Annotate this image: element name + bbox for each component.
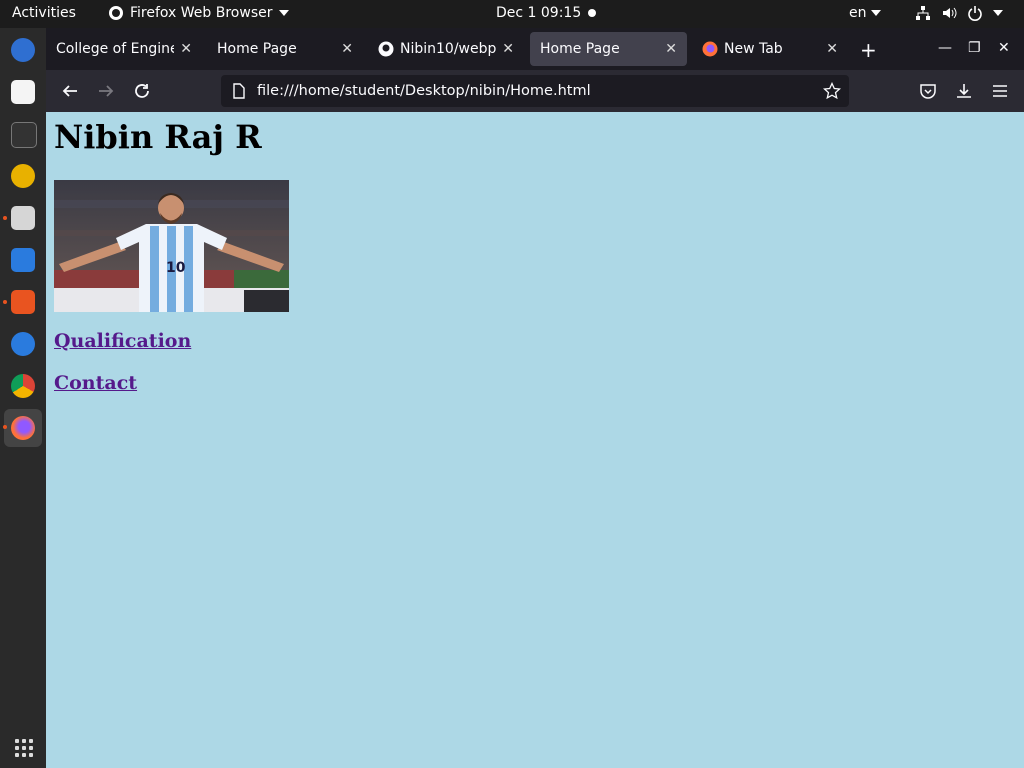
tab-label: Nibin10/webprog [400, 41, 497, 57]
tab-home-page-1[interactable]: Home Page ✕ [207, 32, 363, 66]
app-menu[interactable]: Firefox Web Browser [108, 5, 289, 21]
reload-button[interactable] [133, 82, 151, 100]
profile-photo: 10 [54, 180, 289, 312]
running-indicator [3, 300, 7, 304]
close-icon[interactable]: ✕ [665, 41, 677, 57]
svg-text:10: 10 [166, 260, 186, 276]
writer-icon[interactable] [11, 248, 35, 272]
firefox-icon[interactable] [11, 416, 35, 440]
running-indicator [3, 425, 7, 429]
forward-button[interactable] [97, 82, 115, 100]
close-icon[interactable]: ✕ [502, 41, 514, 57]
navigation-bar: file:///home/student/Desktop/nibin/Home.… [46, 70, 1024, 112]
back-button[interactable] [61, 82, 79, 100]
files-icon[interactable] [11, 206, 35, 230]
tab-label: Home Page [540, 41, 620, 57]
tab-github[interactable]: Nibin10/webprog ✕ [368, 32, 524, 66]
tab-home-page-active[interactable]: Home Page ✕ [530, 32, 687, 66]
restore-button[interactable]: ❐ [968, 40, 981, 56]
firefox-icon [109, 6, 123, 20]
running-indicator [3, 216, 7, 220]
clock[interactable]: Dec 1 09:15 [496, 5, 581, 21]
network-icon [916, 6, 930, 20]
tab-label: College of Enginee [56, 41, 175, 57]
language-label: en [849, 5, 867, 21]
terminal-icon[interactable] [11, 122, 37, 148]
language-indicator[interactable]: en [849, 5, 881, 21]
power-icon [968, 6, 982, 21]
github-icon [378, 41, 394, 57]
page-heading: Nibin Raj R [54, 118, 262, 156]
contact-link[interactable]: Contact [54, 372, 137, 394]
page-content: Nibin Raj R 10 Qualification Contact [46, 112, 1024, 768]
help-icon[interactable] [11, 332, 35, 356]
volume-icon [943, 7, 957, 19]
minimize-button[interactable]: — [938, 40, 952, 56]
chevron-down-icon [870, 10, 881, 16]
qualification-link[interactable]: Qualification [54, 330, 191, 352]
system-top-bar: Activities Firefox Web Browser Dec 1 09:… [0, 0, 1024, 28]
tab-label: Home Page [217, 41, 297, 57]
file-icon [233, 83, 245, 99]
system-menu[interactable] [915, 5, 1003, 21]
hamburger-menu-icon[interactable] [991, 82, 1009, 100]
activities-button[interactable]: Activities [12, 5, 76, 21]
bookmark-star-icon[interactable] [823, 82, 841, 100]
close-icon[interactable]: ✕ [341, 41, 353, 57]
tab-bar: College of Enginee ✕ Home Page ✕ Nibin10… [46, 28, 1024, 70]
chrome-icon[interactable] [11, 374, 35, 398]
software-center-icon[interactable] [11, 290, 35, 314]
pocket-icon[interactable] [919, 82, 937, 100]
dock [0, 28, 46, 768]
chevron-down-icon [278, 10, 289, 16]
close-icon[interactable]: ✕ [180, 41, 192, 57]
download-icon[interactable] [955, 82, 973, 100]
text-editor-icon[interactable] [11, 80, 35, 104]
show-apps-icon[interactable] [15, 739, 33, 757]
app-name: Firefox Web Browser [130, 5, 273, 21]
tab-new-tab[interactable]: New Tab ✕ [692, 32, 848, 66]
url-text: file:///home/student/Desktop/nibin/Home.… [257, 83, 591, 99]
rhythmbox-icon[interactable] [11, 164, 35, 188]
tab-college[interactable]: College of Enginee ✕ [46, 32, 202, 66]
chevron-down-icon [993, 10, 1003, 16]
close-window-button[interactable]: ✕ [998, 40, 1010, 56]
new-tab-button[interactable]: + [860, 38, 877, 62]
notification-dot [588, 9, 596, 17]
close-icon[interactable]: ✕ [826, 41, 838, 57]
thunderbird-icon[interactable] [11, 38, 35, 62]
address-bar[interactable]: file:///home/student/Desktop/nibin/Home.… [221, 75, 849, 107]
tab-label: New Tab [724, 41, 783, 57]
firefox-icon [702, 41, 718, 57]
